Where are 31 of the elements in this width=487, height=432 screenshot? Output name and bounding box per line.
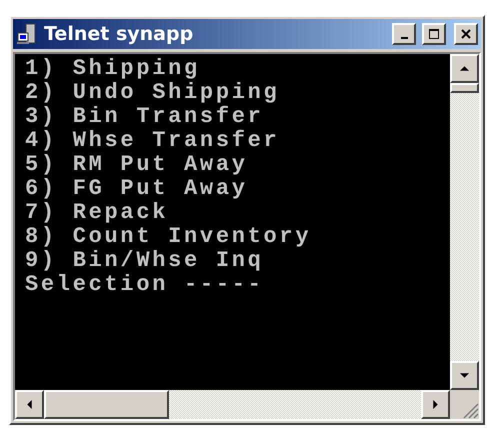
close-icon bbox=[460, 28, 472, 40]
horizontal-scrollbar[interactable] bbox=[15, 390, 450, 419]
terminal-line: 3) Bin Transfer bbox=[25, 105, 265, 129]
terminal-line: 7) Repack bbox=[25, 201, 170, 225]
terminal-line: 2) Undo Shipping bbox=[25, 81, 280, 105]
scroll-left-button[interactable] bbox=[15, 390, 44, 419]
minimize-button[interactable] bbox=[392, 23, 416, 45]
terminal-line: 8) Count Inventory bbox=[25, 225, 312, 249]
terminal-line: 6) FG Put Away bbox=[25, 177, 249, 201]
computer-icon bbox=[16, 23, 38, 45]
resize-grip-icon[interactable] bbox=[461, 401, 479, 419]
maximize-icon bbox=[428, 28, 440, 40]
maximize-button[interactable] bbox=[422, 23, 446, 45]
left-arrow-icon bbox=[25, 400, 34, 409]
terminal-line: Selection ----- bbox=[25, 273, 265, 297]
right-arrow-icon bbox=[431, 400, 440, 409]
down-arrow-icon bbox=[460, 371, 469, 380]
scroll-up-button[interactable] bbox=[450, 54, 479, 83]
terminal-line: 4) Whse Transfer bbox=[25, 129, 280, 153]
scroll-down-button[interactable] bbox=[450, 361, 479, 390]
scroll-thumb[interactable] bbox=[450, 83, 479, 93]
terminal-line: 1) Shipping bbox=[25, 57, 201, 81]
up-arrow-icon bbox=[460, 64, 469, 73]
terminal-line: 5) RM Put Away bbox=[25, 153, 249, 177]
window-title: Telnet synapp bbox=[44, 23, 194, 45]
terminal-line: 9) Bin/Whse Inq bbox=[25, 249, 265, 273]
close-button[interactable] bbox=[454, 23, 478, 45]
scroll-thumb[interactable] bbox=[44, 390, 169, 419]
minimize-icon bbox=[400, 37, 408, 39]
vertical-scrollbar[interactable] bbox=[450, 54, 479, 390]
scroll-right-button[interactable] bbox=[421, 390, 450, 419]
